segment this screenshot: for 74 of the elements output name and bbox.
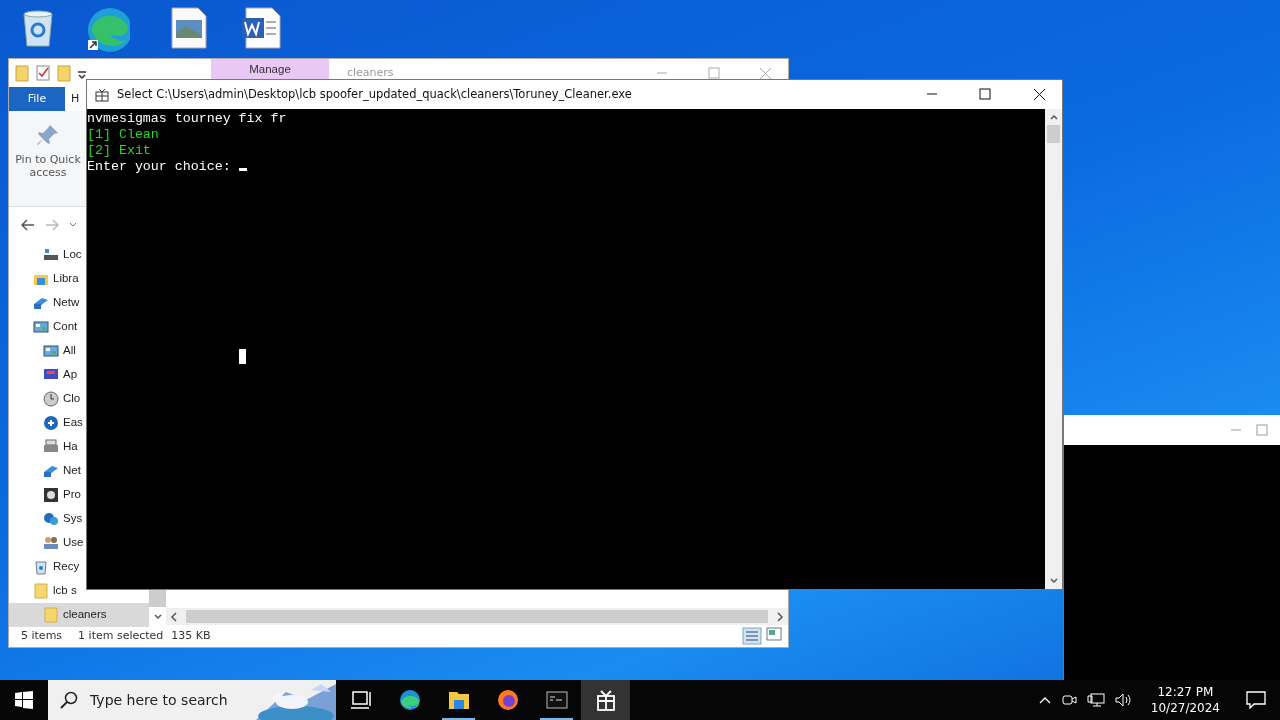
tree-item[interactable]: Cont [9, 315, 85, 339]
window-title: Select C:\Users\admin\Desktop\lcb spoofer_updated_quack\cleaners\Toruney_Cleaner.exe [117, 85, 633, 103]
folder-icon [447, 689, 470, 711]
console-line: [1] Clean [87, 127, 159, 142]
network-icon[interactable] [1086, 692, 1105, 708]
recycle-bin-icon [33, 559, 49, 575]
mouse-cursor [239, 349, 246, 364]
tree-item[interactable]: Libra [9, 267, 85, 291]
scroll-thumb[interactable] [186, 610, 768, 623]
pin-button[interactable]: Pin to Quick access [9, 111, 87, 206]
tree-item[interactable]: Clo [9, 387, 85, 411]
scroll-down-icon[interactable] [1048, 577, 1059, 585]
task-view-icon [349, 689, 372, 711]
console-line: nvmesigmas tourney fix fr [87, 111, 287, 126]
scroll-right-icon[interactable] [776, 611, 784, 622]
tree-item[interactable]: Use [9, 531, 85, 555]
properties-icon[interactable] [35, 64, 51, 82]
pin-icon [36, 123, 60, 147]
ribbon-tab[interactable]: File [9, 87, 65, 111]
close-icon[interactable] [1032, 88, 1046, 101]
scroll-thumb[interactable] [1047, 125, 1060, 143]
scroll-up-icon[interactable] [1048, 113, 1059, 121]
context-tab[interactable]: Manage [211, 59, 329, 79]
terminal-icon [545, 689, 568, 711]
console-line: Enter your choice: [87, 159, 232, 174]
folder-icon [43, 607, 59, 623]
gift-box-icon [594, 689, 617, 711]
chevron-up-icon[interactable] [1038, 696, 1051, 704]
folder-icon [33, 583, 49, 599]
window-title: cleaners [347, 64, 395, 81]
tree-item[interactable]: Loc [9, 243, 85, 267]
tree-item[interactable]: Ha [9, 435, 85, 459]
scroll-left-icon[interactable] [170, 611, 178, 622]
control-panel-icon [33, 319, 49, 335]
control-panel-icon [43, 343, 59, 359]
tree-item[interactable]: All [9, 339, 85, 363]
search-field[interactable]: Type here to search [48, 680, 336, 720]
tree-item[interactable]: Recy [9, 555, 85, 579]
console-line: [2] Exit [87, 143, 151, 158]
notification-icon[interactable] [1246, 691, 1266, 709]
app-icon [95, 87, 109, 102]
tree-item[interactable]: cleaners [9, 603, 149, 627]
maximize-icon[interactable] [706, 66, 720, 80]
browser-icon [398, 689, 421, 711]
tree-item[interactable]: lcb s [9, 579, 85, 603]
firefox-icon [496, 689, 519, 711]
accessibility-icon [43, 415, 59, 431]
scroll-down-icon[interactable] [153, 613, 163, 621]
camera-icon[interactable] [1060, 692, 1077, 708]
taskbar-app[interactable] [581, 680, 630, 720]
maximize-icon[interactable] [978, 88, 992, 101]
network-icon [33, 295, 49, 311]
tree-item[interactable]: Pro [9, 483, 85, 507]
status-text: 5 items [21, 627, 63, 644]
status-text: 135 KB [171, 627, 211, 644]
search-icon [60, 691, 78, 709]
tree-item[interactable]: Sys [9, 507, 85, 531]
users-icon [43, 535, 59, 551]
browser-shortcut-icon[interactable] [86, 6, 130, 52]
tree-item[interactable]: Eas [9, 411, 85, 435]
tree-item[interactable]: Ap [9, 363, 85, 387]
thumbnail-view-icon[interactable] [766, 627, 782, 641]
clock[interactable]: 12:27 PM 10/27/2024 [1142, 684, 1228, 716]
document-file-icon[interactable] [240, 6, 284, 52]
volume-icon[interactable] [1114, 692, 1133, 708]
network-icon [43, 463, 59, 479]
back-arrow-icon[interactable] [21, 219, 35, 231]
drive-icon [43, 247, 59, 263]
printer-icon [43, 439, 59, 455]
clock-icon [43, 391, 59, 407]
windows-logo-icon [15, 691, 33, 709]
tree-item[interactable]: Netw [9, 291, 85, 315]
status-text: 1 item selected [78, 627, 164, 644]
tree-item[interactable]: Net [9, 459, 85, 483]
